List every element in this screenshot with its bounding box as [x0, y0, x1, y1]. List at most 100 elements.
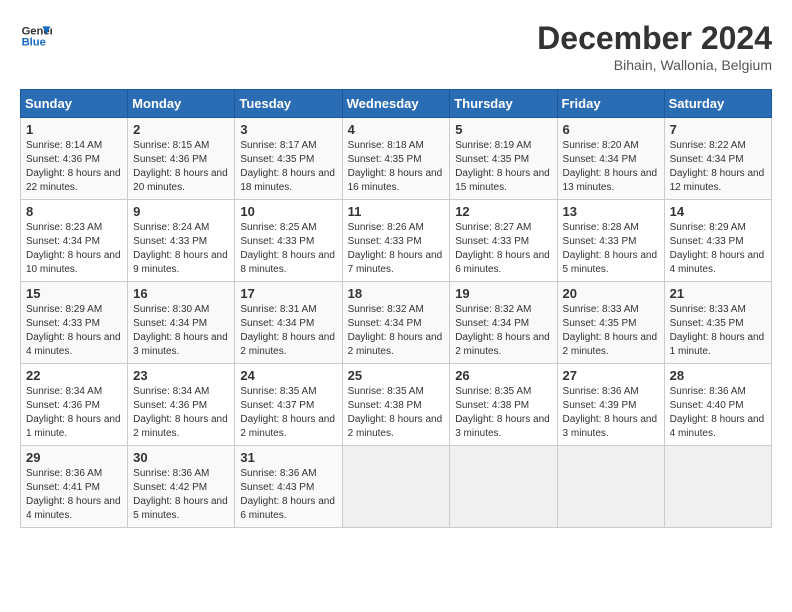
day-info: Sunrise: 8:15 AMSunset: 4:36 PMDaylight:… [133, 140, 228, 193]
svg-text:Blue: Blue [22, 37, 46, 49]
calendar-week-row: 29 Sunrise: 8:36 AMSunset: 4:41 PMDaylig… [21, 446, 772, 528]
day-number: 15 [26, 286, 122, 301]
calendar-week-row: 15 Sunrise: 8:29 AMSunset: 4:33 PMDaylig… [21, 282, 772, 364]
day-number: 6 [563, 122, 659, 137]
calendar-day-cell: 25 Sunrise: 8:35 AMSunset: 4:38 PMDaylig… [342, 364, 450, 446]
day-number: 23 [133, 368, 229, 383]
weekday-header: Monday [128, 90, 235, 118]
weekday-header: Thursday [450, 90, 557, 118]
day-number: 1 [26, 122, 122, 137]
calendar-day-cell: 16 Sunrise: 8:30 AMSunset: 4:34 PMDaylig… [128, 282, 235, 364]
day-info: Sunrise: 8:22 AMSunset: 4:34 PMDaylight:… [670, 140, 765, 193]
weekday-header: Tuesday [235, 90, 342, 118]
calendar-day-cell: 24 Sunrise: 8:35 AMSunset: 4:37 PMDaylig… [235, 364, 342, 446]
weekday-header: Saturday [664, 90, 771, 118]
page-header: General Blue December 2024 Bihain, Wallo… [20, 20, 772, 73]
calendar-day-cell: 4 Sunrise: 8:18 AMSunset: 4:35 PMDayligh… [342, 118, 450, 200]
day-number: 28 [670, 368, 766, 383]
calendar-table: SundayMondayTuesdayWednesdayThursdayFrid… [20, 89, 772, 528]
day-number: 25 [348, 368, 445, 383]
day-number: 5 [455, 122, 551, 137]
calendar-day-cell: 6 Sunrise: 8:20 AMSunset: 4:34 PMDayligh… [557, 118, 664, 200]
calendar-day-cell: 23 Sunrise: 8:34 AMSunset: 4:36 PMDaylig… [128, 364, 235, 446]
day-number: 11 [348, 204, 445, 219]
logo: General Blue [20, 20, 52, 52]
calendar-day-cell [450, 446, 557, 528]
calendar-day-cell: 22 Sunrise: 8:34 AMSunset: 4:36 PMDaylig… [21, 364, 128, 446]
day-info: Sunrise: 8:35 AMSunset: 4:37 PMDaylight:… [240, 386, 335, 439]
calendar-day-cell: 26 Sunrise: 8:35 AMSunset: 4:38 PMDaylig… [450, 364, 557, 446]
calendar-day-cell: 17 Sunrise: 8:31 AMSunset: 4:34 PMDaylig… [235, 282, 342, 364]
day-info: Sunrise: 8:23 AMSunset: 4:34 PMDaylight:… [26, 222, 121, 275]
day-number: 31 [240, 450, 336, 465]
weekday-header: Sunday [21, 90, 128, 118]
calendar-day-cell: 3 Sunrise: 8:17 AMSunset: 4:35 PMDayligh… [235, 118, 342, 200]
day-info: Sunrise: 8:29 AMSunset: 4:33 PMDaylight:… [670, 222, 765, 275]
day-info: Sunrise: 8:27 AMSunset: 4:33 PMDaylight:… [455, 222, 550, 275]
calendar-day-cell: 30 Sunrise: 8:36 AMSunset: 4:42 PMDaylig… [128, 446, 235, 528]
calendar-day-cell: 31 Sunrise: 8:36 AMSunset: 4:43 PMDaylig… [235, 446, 342, 528]
day-number: 22 [26, 368, 122, 383]
calendar-day-cell: 19 Sunrise: 8:32 AMSunset: 4:34 PMDaylig… [450, 282, 557, 364]
day-info: Sunrise: 8:28 AMSunset: 4:33 PMDaylight:… [563, 222, 658, 275]
calendar-day-cell: 13 Sunrise: 8:28 AMSunset: 4:33 PMDaylig… [557, 200, 664, 282]
day-info: Sunrise: 8:14 AMSunset: 4:36 PMDaylight:… [26, 140, 121, 193]
day-number: 20 [563, 286, 659, 301]
day-info: Sunrise: 8:25 AMSunset: 4:33 PMDaylight:… [240, 222, 335, 275]
calendar-day-cell: 27 Sunrise: 8:36 AMSunset: 4:39 PMDaylig… [557, 364, 664, 446]
day-number: 7 [670, 122, 766, 137]
day-number: 19 [455, 286, 551, 301]
day-number: 16 [133, 286, 229, 301]
calendar-day-cell: 10 Sunrise: 8:25 AMSunset: 4:33 PMDaylig… [235, 200, 342, 282]
calendar-day-cell: 2 Sunrise: 8:15 AMSunset: 4:36 PMDayligh… [128, 118, 235, 200]
day-number: 4 [348, 122, 445, 137]
day-number: 27 [563, 368, 659, 383]
day-info: Sunrise: 8:32 AMSunset: 4:34 PMDaylight:… [455, 304, 550, 357]
day-info: Sunrise: 8:33 AMSunset: 4:35 PMDaylight:… [563, 304, 658, 357]
day-info: Sunrise: 8:19 AMSunset: 4:35 PMDaylight:… [455, 140, 550, 193]
month-year-title: December 2024 [537, 20, 772, 57]
calendar-day-cell [664, 446, 771, 528]
day-info: Sunrise: 8:36 AMSunset: 4:40 PMDaylight:… [670, 386, 765, 439]
calendar-week-row: 1 Sunrise: 8:14 AMSunset: 4:36 PMDayligh… [21, 118, 772, 200]
calendar-day-cell: 29 Sunrise: 8:36 AMSunset: 4:41 PMDaylig… [21, 446, 128, 528]
day-info: Sunrise: 8:18 AMSunset: 4:35 PMDaylight:… [348, 140, 443, 193]
calendar-day-cell: 28 Sunrise: 8:36 AMSunset: 4:40 PMDaylig… [664, 364, 771, 446]
calendar-day-cell [342, 446, 450, 528]
day-info: Sunrise: 8:24 AMSunset: 4:33 PMDaylight:… [133, 222, 228, 275]
day-info: Sunrise: 8:34 AMSunset: 4:36 PMDaylight:… [26, 386, 121, 439]
weekday-header: Friday [557, 90, 664, 118]
calendar-day-cell: 5 Sunrise: 8:19 AMSunset: 4:35 PMDayligh… [450, 118, 557, 200]
calendar-day-cell: 14 Sunrise: 8:29 AMSunset: 4:33 PMDaylig… [664, 200, 771, 282]
day-number: 3 [240, 122, 336, 137]
title-block: December 2024 Bihain, Wallonia, Belgium [537, 20, 772, 73]
day-info: Sunrise: 8:36 AMSunset: 4:43 PMDaylight:… [240, 468, 335, 521]
day-info: Sunrise: 8:20 AMSunset: 4:34 PMDaylight:… [563, 140, 658, 193]
location-subtitle: Bihain, Wallonia, Belgium [537, 57, 772, 73]
day-number: 10 [240, 204, 336, 219]
day-number: 18 [348, 286, 445, 301]
day-info: Sunrise: 8:34 AMSunset: 4:36 PMDaylight:… [133, 386, 228, 439]
day-info: Sunrise: 8:36 AMSunset: 4:39 PMDaylight:… [563, 386, 658, 439]
calendar-day-cell: 18 Sunrise: 8:32 AMSunset: 4:34 PMDaylig… [342, 282, 450, 364]
day-info: Sunrise: 8:17 AMSunset: 4:35 PMDaylight:… [240, 140, 335, 193]
day-info: Sunrise: 8:36 AMSunset: 4:41 PMDaylight:… [26, 468, 121, 521]
day-info: Sunrise: 8:26 AMSunset: 4:33 PMDaylight:… [348, 222, 443, 275]
day-number: 14 [670, 204, 766, 219]
day-number: 17 [240, 286, 336, 301]
day-number: 2 [133, 122, 229, 137]
calendar-day-cell: 12 Sunrise: 8:27 AMSunset: 4:33 PMDaylig… [450, 200, 557, 282]
logo-icon: General Blue [20, 20, 52, 52]
calendar-day-cell: 21 Sunrise: 8:33 AMSunset: 4:35 PMDaylig… [664, 282, 771, 364]
day-number: 30 [133, 450, 229, 465]
day-number: 12 [455, 204, 551, 219]
day-number: 24 [240, 368, 336, 383]
day-info: Sunrise: 8:35 AMSunset: 4:38 PMDaylight:… [348, 386, 443, 439]
day-number: 26 [455, 368, 551, 383]
day-number: 8 [26, 204, 122, 219]
day-info: Sunrise: 8:33 AMSunset: 4:35 PMDaylight:… [670, 304, 765, 357]
day-info: Sunrise: 8:35 AMSunset: 4:38 PMDaylight:… [455, 386, 550, 439]
calendar-day-cell: 11 Sunrise: 8:26 AMSunset: 4:33 PMDaylig… [342, 200, 450, 282]
calendar-day-cell: 1 Sunrise: 8:14 AMSunset: 4:36 PMDayligh… [21, 118, 128, 200]
day-info: Sunrise: 8:29 AMSunset: 4:33 PMDaylight:… [26, 304, 121, 357]
